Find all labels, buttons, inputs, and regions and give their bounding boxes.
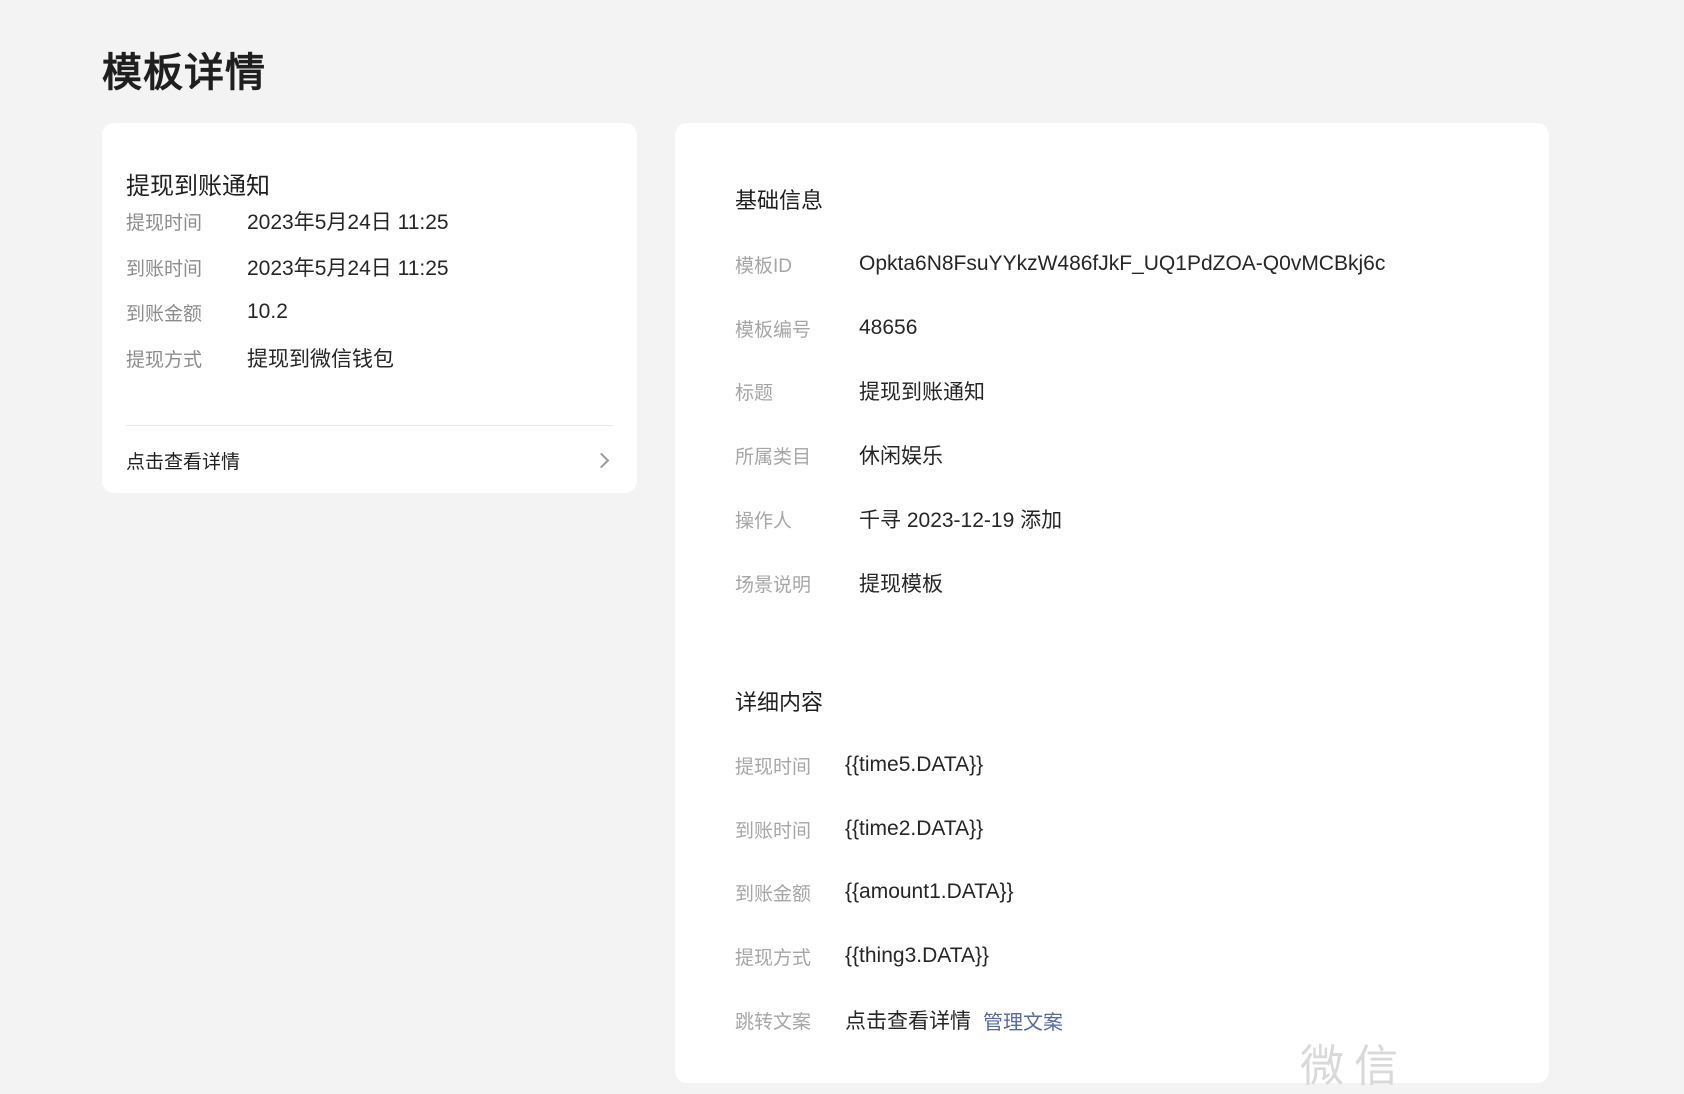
info-label: 标题 — [735, 382, 774, 404]
preview-value: 10.2 — [247, 300, 288, 323]
detail-row-withdraw-time: 提现时间 {{time5.DATA}} — [735, 748, 983, 782]
detail-label: 跳转文案 — [735, 1011, 812, 1033]
preview-row-withdraw-time: 提现时间 2023年5月24日 11:25 — [126, 205, 449, 237]
info-label: 场景说明 — [735, 574, 812, 596]
page-title: 模板详情 — [102, 51, 266, 95]
preview-label: 提现方式 — [126, 349, 203, 371]
template-preview-card: 提现到账通知 提现时间 2023年5月24日 11:25 到账时间 2023年5… — [102, 123, 637, 493]
info-label: 操作人 — [735, 510, 793, 532]
info-row-scene: 场景说明 提现模板 — [735, 566, 943, 600]
info-row-category: 所属类目 休闲娱乐 — [735, 438, 943, 472]
detail-label: 提现方式 — [735, 947, 812, 969]
detail-value: {{time5.DATA}} — [845, 753, 984, 776]
detail-row-withdraw-method: 提现方式 {{thing3.DATA}} — [735, 939, 989, 973]
info-row-operator: 操作人 千寻 2023-12-19 添加 — [735, 502, 1062, 536]
template-id-value: Opkta6N8FsuYYkzW486fJkF_UQ1PdZOA-Q0vMCBk… — [859, 252, 1386, 275]
template-number-value: 48656 — [859, 316, 918, 339]
preview-row-arrival-amount: 到账金额 10.2 — [126, 296, 288, 328]
view-details-link[interactable]: 点击查看详情 — [126, 439, 613, 481]
info-label: 模板编号 — [735, 319, 812, 341]
preview-row-withdraw-method: 提现方式 提现到微信钱包 — [126, 342, 394, 374]
detail-label: 到账时间 — [735, 820, 812, 842]
template-info-card: 基础信息 模板ID Opkta6N8FsuYYkzW486fJkF_UQ1PdZ… — [675, 123, 1549, 1083]
detail-content-title: 详细内容 — [735, 690, 824, 715]
preview-row-arrival-time: 到账时间 2023年5月24日 11:25 — [126, 251, 449, 283]
preview-label: 到账时间 — [126, 258, 203, 280]
info-label: 模板ID — [735, 255, 793, 277]
preview-label: 到账金额 — [126, 303, 203, 325]
detail-row-arrival-amount: 到账金额 {{amount1.DATA}} — [735, 875, 1014, 909]
detail-value: {{time2.DATA}} — [845, 817, 984, 840]
title-value: 提现到账通知 — [859, 381, 985, 404]
detail-label: 到账金额 — [735, 883, 812, 905]
detail-row-arrival-time: 到账时间 {{time2.DATA}} — [735, 812, 983, 846]
watermark: 微信 — [1300, 1042, 1408, 1091]
scene-value: 提现模板 — [859, 573, 943, 596]
detail-row-jump-text: 跳转文案 点击查看详情 管理文案 — [735, 1003, 1063, 1037]
manage-copy-link[interactable]: 管理文案 — [983, 1006, 1063, 1035]
chevron-right-icon — [593, 452, 610, 468]
basic-info-title: 基础信息 — [735, 188, 824, 213]
info-label: 所属类目 — [735, 446, 812, 468]
preview-value: 2023年5月24日 11:25 — [247, 257, 449, 280]
preview-title: 提现到账通知 — [126, 173, 270, 200]
preview-value: 2023年5月24日 11:25 — [247, 211, 449, 234]
view-details-label: 点击查看详情 — [126, 451, 241, 473]
detail-value: {{thing3.DATA}} — [845, 944, 989, 967]
operator-value: 千寻 2023-12-19 添加 — [859, 509, 1063, 532]
info-row-template-id: 模板ID Opkta6N8FsuYYkzW486fJkF_UQ1PdZOA-Q0… — [735, 247, 1385, 281]
preview-divider — [126, 425, 613, 426]
info-row-title: 标题 提现到账通知 — [735, 374, 985, 408]
jump-text-value: 点击查看详情 — [845, 1010, 971, 1033]
category-value: 休闲娱乐 — [859, 445, 943, 468]
preview-label: 提现时间 — [126, 212, 203, 234]
preview-value: 提现到微信钱包 — [247, 348, 394, 371]
detail-label: 提现时间 — [735, 756, 812, 778]
info-row-template-number: 模板编号 48656 — [735, 311, 917, 345]
detail-value: {{amount1.DATA}} — [845, 880, 1014, 903]
